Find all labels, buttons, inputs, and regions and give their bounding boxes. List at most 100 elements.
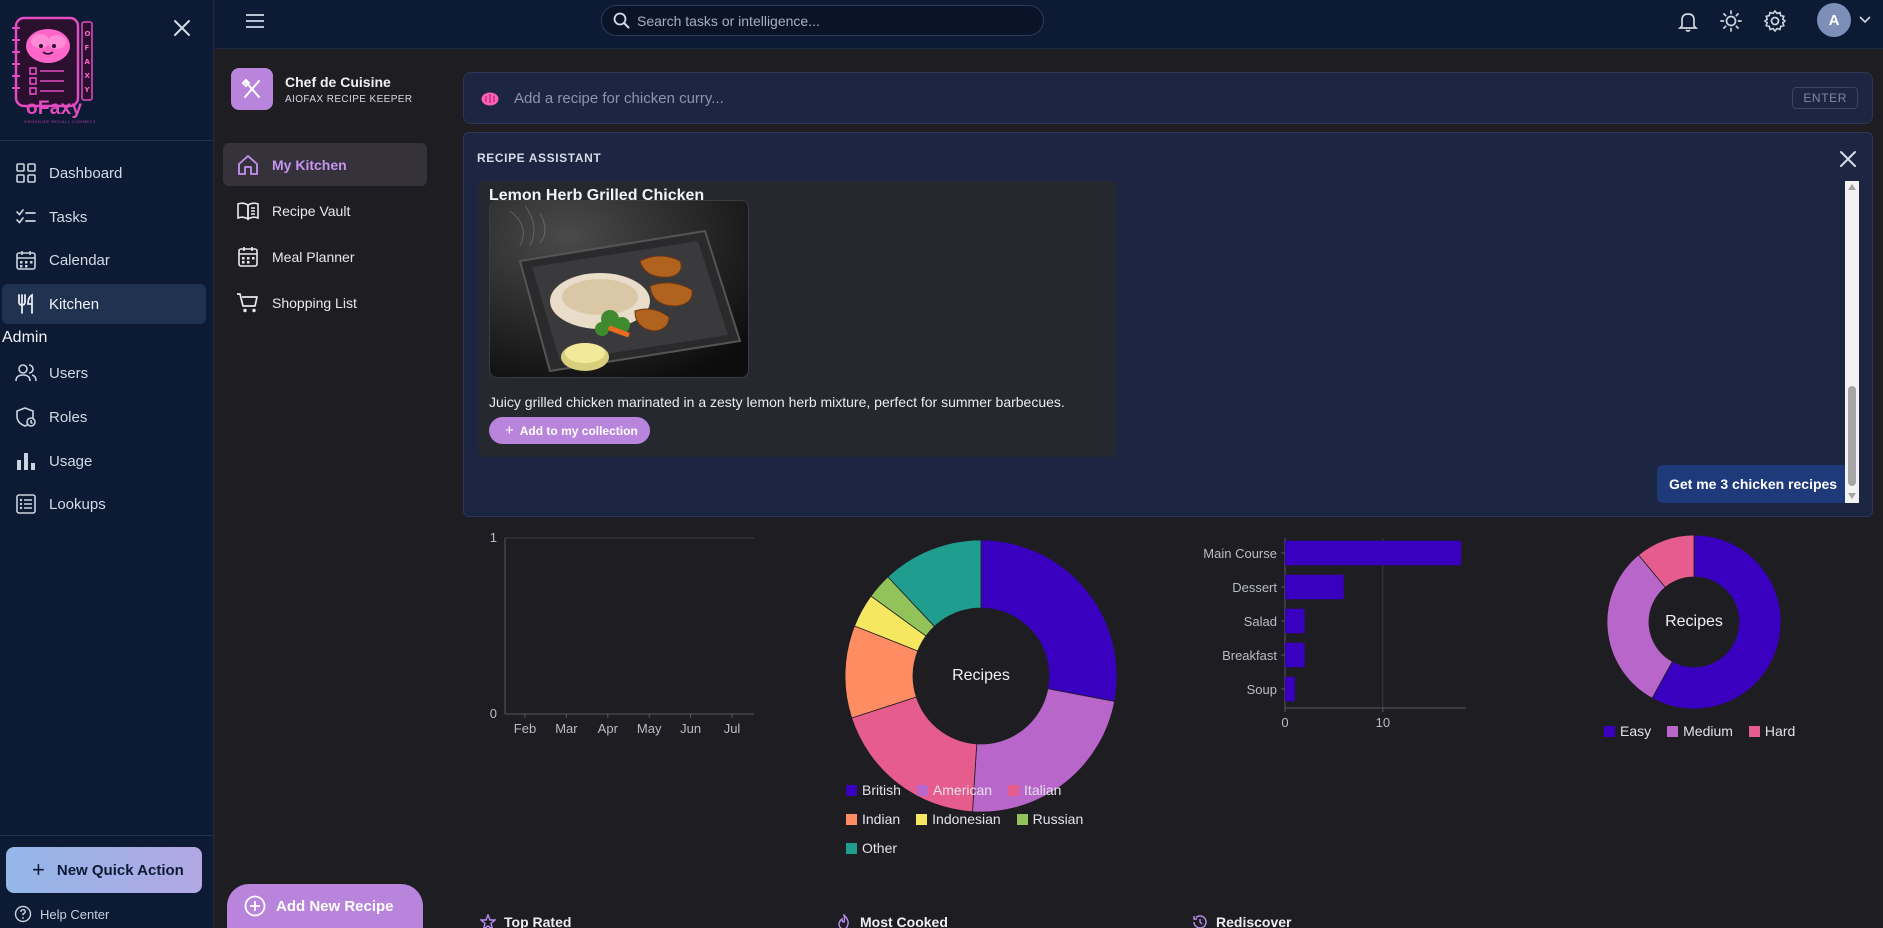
course-bar-chart: Main Course Dessert Salad Breakfast Soup 0 10 — [1203, 538, 1466, 730]
sun-icon — [1720, 10, 1742, 32]
new-quick-action-button[interactable]: + New Quick Action — [6, 847, 202, 893]
recipes-over-time-chart: 0 1 Feb Mar Apr May Jun Jul — [490, 530, 754, 736]
add-new-recipe-label: Add New Recipe — [276, 897, 394, 915]
legend-label: Indian — [862, 811, 901, 827]
sidebar-item-label: Dashboard — [49, 164, 123, 182]
theme-toggle-button[interactable] — [1719, 9, 1743, 33]
legend-swatch — [1667, 725, 1679, 737]
sidebar-item-kitchen[interactable]: Kitchen — [2, 284, 206, 324]
legend-label: Indonesian — [932, 811, 1001, 827]
y-tick-label: Main Course — [1203, 546, 1277, 561]
enter-key-hint[interactable]: ENTER — [1792, 87, 1858, 109]
bar-salad[interactable] — [1285, 608, 1305, 634]
kitchen-nav-my-kitchen[interactable]: My Kitchen — [223, 143, 427, 186]
add-to-collection-button[interactable]: + Add to my collection — [489, 417, 650, 444]
legend-item-medium[interactable]: Medium — [1667, 723, 1733, 739]
scrollbar-thumb[interactable] — [1848, 386, 1856, 486]
sidebar-divider — [0, 835, 214, 836]
brain-icon — [481, 92, 499, 106]
search-input[interactable] — [637, 12, 1017, 29]
settings-button[interactable] — [1763, 9, 1787, 33]
x-tick-label: Mar — [555, 721, 578, 736]
difficulty-legend: Easy Medium Hard — [1604, 723, 1811, 739]
scroll-up-arrow-icon[interactable] — [1847, 183, 1857, 191]
sidebar-divider — [0, 140, 214, 141]
bar-main-course[interactable] — [1285, 540, 1462, 566]
sidebar-item-dashboard[interactable]: Dashboard — [2, 153, 206, 193]
scroll-down-arrow-icon[interactable] — [1847, 492, 1857, 500]
rediscover-label: Rediscover — [1216, 914, 1292, 928]
hamburger-icon — [246, 14, 264, 28]
recipe-photo — [489, 200, 749, 378]
y-tick-label: Salad — [1244, 614, 1277, 629]
legend-item-indonesian[interactable]: Indonesian — [916, 811, 1001, 827]
chevron-down-icon — [1859, 16, 1871, 24]
add-new-recipe-button[interactable]: Add New Recipe — [227, 884, 423, 928]
legend-item-italian[interactable]: Italian — [1008, 782, 1061, 798]
calendar-icon — [16, 251, 36, 270]
bar-dessert[interactable] — [1285, 574, 1344, 600]
bar-soup[interactable] — [1285, 676, 1295, 702]
app-logo-tagline: ORGANIZE RECALL CONNECT — [24, 119, 97, 124]
sidebar-item-lookups[interactable]: Lookups — [2, 484, 206, 524]
sidebar-item-tasks[interactable]: Tasks — [2, 197, 206, 237]
assistant-close-button[interactable] — [1839, 150, 1857, 168]
bar-breakfast[interactable] — [1285, 642, 1305, 668]
legend-swatch — [846, 784, 857, 796]
x-tick-label: 10 — [1376, 715, 1390, 730]
history-icon — [1193, 915, 1207, 928]
sidebar-item-users[interactable]: Users — [2, 353, 206, 393]
sidebar-item-label: Tasks — [49, 208, 88, 226]
kitchen-nav-shopping-list[interactable]: Shopping List — [223, 281, 427, 324]
most-cooked-heading: Most Cooked — [836, 914, 948, 928]
legend-item-russian[interactable]: Russian — [1016, 811, 1083, 827]
kitchen-nav-label: Shopping List — [272, 294, 357, 311]
avatar-menu-toggle[interactable] — [1859, 14, 1871, 24]
assistant-scrollbar[interactable] — [1845, 181, 1859, 503]
suggestion-chip[interactable]: Get me 3 chicken recipes — [1657, 465, 1850, 503]
bell-icon — [1677, 13, 1699, 32]
legend-item-other[interactable]: Other — [846, 840, 897, 856]
legend-swatch — [1016, 813, 1028, 825]
utensils-icon — [18, 293, 33, 314]
gear-icon — [1763, 9, 1787, 33]
help-center-link[interactable]: Help Center — [14, 905, 109, 923]
y-tick-label: Breakfast — [1222, 648, 1277, 663]
legend-item-indian[interactable]: Indian — [846, 811, 900, 827]
recipe-prompt-input[interactable] — [514, 89, 1714, 107]
kitchen-nav-meal-planner[interactable]: Meal Planner — [223, 235, 427, 278]
top-bar: A — [215, 0, 1883, 49]
legend-label: Italian — [1024, 782, 1062, 798]
notifications-button[interactable] — [1676, 9, 1700, 33]
cuisine-donut-chart: Recipes — [844, 539, 1118, 813]
checklist-icon — [16, 209, 36, 224]
legend-item-british[interactable]: British — [846, 782, 901, 798]
top-rated-label: Top Rated — [504, 914, 572, 928]
close-icon — [1840, 151, 1856, 167]
x-tick-label: May — [637, 721, 662, 736]
help-circle-icon — [14, 905, 32, 923]
new-quick-action-label: New Quick Action — [56, 861, 184, 879]
bar-chart-icon — [17, 453, 35, 470]
user-avatar[interactable]: A — [1817, 3, 1851, 37]
legend-label: Hard — [1764, 723, 1796, 739]
sidebar-close-button[interactable] — [172, 18, 192, 38]
legend-item-easy[interactable]: Easy — [1604, 723, 1651, 739]
plus-circle-icon — [244, 895, 266, 917]
sidebar-item-usage[interactable]: Usage — [2, 441, 206, 481]
menu-toggle-button[interactable] — [244, 11, 266, 31]
help-center-label: Help Center — [40, 906, 110, 922]
legend-swatch — [846, 842, 857, 854]
recipe-prompt-bar[interactable]: ENTER — [463, 72, 1873, 124]
calendar-icon — [238, 246, 258, 267]
y-tick-label: Soup — [1247, 682, 1277, 697]
legend-item-american[interactable]: American — [916, 782, 992, 798]
grid-icon — [16, 163, 36, 183]
sidebar-item-roles[interactable]: Roles — [2, 397, 206, 437]
sidebar-item-calendar[interactable]: Calendar — [2, 240, 206, 280]
svg-text:A: A — [85, 58, 91, 66]
kitchen-nav-recipe-vault[interactable]: Recipe Vault — [223, 189, 427, 232]
svg-text:O: O — [85, 30, 91, 38]
global-search[interactable] — [601, 5, 1044, 36]
legend-item-hard[interactable]: Hard — [1748, 723, 1796, 739]
